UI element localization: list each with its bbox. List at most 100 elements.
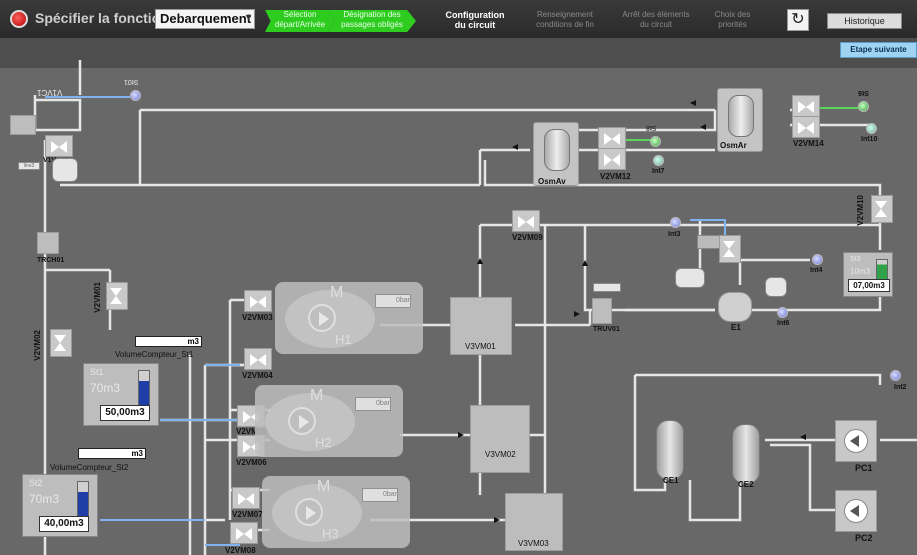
truv01-indicator (593, 283, 621, 292)
pump-h3-name: H3 (322, 526, 339, 541)
label-int10: Int10 (861, 136, 878, 143)
valve-v2vm04[interactable] (244, 348, 272, 370)
pump-h2-m: M (310, 387, 324, 404)
pump-h2-name: H2 (315, 435, 332, 450)
tank-st3-capacity: 10m3 (850, 267, 871, 276)
unit-m3-st1: m3 (187, 337, 199, 346)
pump-h2-pressure: 0bar (355, 397, 391, 411)
pump-h1-pressure: 0bar (375, 294, 411, 308)
play-icon[interactable] (308, 304, 336, 332)
label-line3: line3 (23, 163, 35, 169)
sensor-st01[interactable] (130, 90, 141, 101)
pump-h3-pressure: 0bar (362, 488, 398, 502)
sensor-int6[interactable] (777, 307, 788, 318)
pump-h3[interactable]: M H3 0bar (262, 476, 410, 548)
pump-pc1[interactable] (835, 420, 877, 462)
label-int7: Int7 (652, 168, 665, 175)
exchanger-e1[interactable] (718, 292, 752, 322)
sensor-int7[interactable] (653, 155, 664, 166)
valve-v2vm03[interactable] (244, 290, 272, 312)
tank-st1-name: St1 (90, 367, 104, 377)
play-icon[interactable] (288, 407, 316, 435)
unit-m3-st2: m3 (131, 449, 143, 458)
label-v2vm02: V2VM02 (33, 330, 42, 361)
tank-st2[interactable]: St2 70m3 40,00m3 (22, 474, 98, 537)
label-st01: St01 (124, 78, 139, 85)
truv01-box[interactable] (592, 298, 612, 324)
osmoseur-av-vessel (544, 129, 570, 171)
valve-v2vm12[interactable] (598, 148, 626, 170)
pump-pc2-icon (844, 499, 868, 523)
valve-v2vm10[interactable] (871, 195, 893, 223)
valve-v2vm08[interactable] (230, 522, 258, 544)
pump-h3-m: M (317, 478, 331, 495)
osmoseur-ar-vessel (728, 95, 754, 137)
valve-v1v[interactable] (45, 135, 73, 157)
sensor-int2[interactable] (890, 370, 901, 381)
label-v2vm09: V2VM09 (512, 233, 543, 242)
tank-st2-level (77, 481, 89, 517)
tank-st1-level (138, 370, 150, 406)
valve-v2vm12a[interactable] (598, 127, 626, 149)
play-icon[interactable] (295, 498, 323, 526)
tank-st1-value: 50,00m3 (100, 405, 150, 421)
indicator-e1-left (675, 268, 705, 288)
box-line3: line3 (18, 162, 40, 170)
label-v3vm03: V3VM03 (518, 539, 549, 548)
filter-ce2[interactable] (732, 424, 760, 484)
tank-st3-name: St3 (850, 256, 861, 263)
valve-v2vm07[interactable] (232, 487, 260, 509)
filter-ce1[interactable] (656, 420, 684, 480)
label-v2vm07: V2VM07 (232, 510, 263, 519)
valve-v2vm14[interactable] (792, 116, 820, 138)
trch01-box[interactable] (37, 232, 59, 254)
tank-st3[interactable]: St3 10m3 07,00m3 (843, 252, 893, 297)
label-ce2: CE2 (738, 480, 754, 489)
valve-v2vm01[interactable] (106, 282, 128, 310)
volume-counter-st2[interactable]: m3 (78, 448, 146, 459)
label-v2vm03: V2VM03 (242, 313, 273, 322)
tank-st2-name: St2 (29, 478, 43, 488)
pump-h1-name: H1 (335, 332, 352, 347)
label-v2vm10: V2VM10 (856, 195, 865, 226)
label-int2: Int2 (894, 384, 907, 391)
tank-st1[interactable]: St1 70m3 50,00m3 (83, 363, 159, 426)
label-int4: Int4 (810, 267, 823, 274)
valve-v2vm09[interactable] (512, 210, 540, 232)
label-v2vm06: V2VM06 (236, 458, 267, 467)
valve-indicator-left (52, 158, 78, 182)
label-int3: Int3 (668, 231, 681, 238)
label-st8: St8 (646, 124, 657, 131)
label-v2vm04: V2VM04 (242, 371, 273, 380)
tank-st3-value: 07,00m3 (848, 279, 890, 292)
pump-pc1-icon (844, 429, 868, 453)
sensor-st6[interactable] (858, 101, 869, 112)
sensor-int4[interactable] (812, 254, 823, 265)
label-v2vm12: V2VM12 (600, 172, 631, 181)
pump-h1-m: M (330, 284, 344, 301)
pump-h2[interactable]: M H2 0bar (255, 385, 403, 457)
label-v3vm02: V3VM02 (485, 450, 516, 459)
label-osmar: OsmAr (720, 141, 747, 150)
tank-st2-value: 40,00m3 (39, 516, 89, 532)
valve-e1-bypass[interactable] (719, 235, 741, 263)
pump-pc2[interactable] (835, 490, 877, 532)
sensor-int3[interactable] (670, 217, 681, 228)
label-ce1: CE1 (663, 476, 679, 485)
valve-v3vm02[interactable] (470, 405, 530, 473)
label-trch01: TRCH01 (37, 257, 65, 264)
label-v2vm14: V2VM14 (793, 139, 824, 148)
volume-counter-st1[interactable]: m3 (135, 336, 202, 347)
sensor-st8[interactable] (650, 136, 661, 147)
label-pc1: PC1 (855, 463, 873, 473)
valve-v2vm13[interactable] (792, 95, 820, 117)
sensor-int10[interactable] (866, 123, 877, 134)
indicator-e1-right (765, 277, 787, 297)
label-volume-counter-st2: VolumeCompteur_St2 (50, 463, 129, 472)
label-volume-counter-st1: VolumeCompteur_St1 (115, 350, 194, 359)
label-v2vm08: V2VM08 (225, 546, 256, 555)
label-v2vm01: V2VM01 (93, 282, 102, 313)
pump-h1[interactable]: M H1 0bar (275, 282, 423, 354)
valve-v2vm02[interactable] (50, 329, 72, 357)
label-osmav: OsmAv (538, 177, 566, 186)
